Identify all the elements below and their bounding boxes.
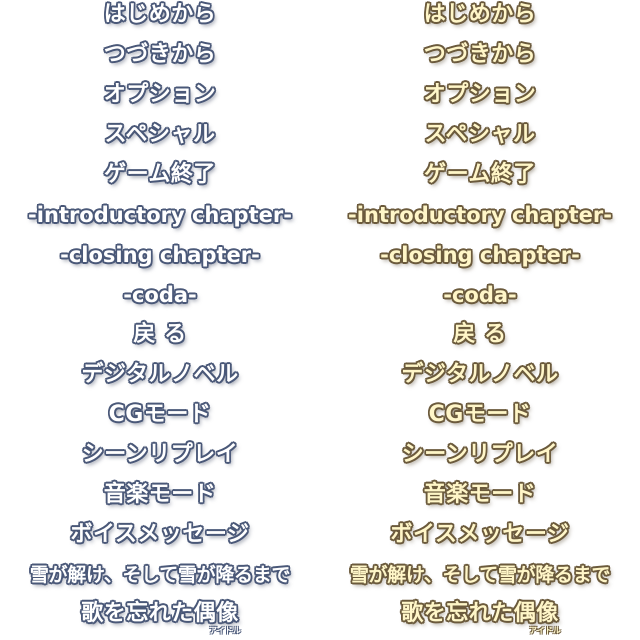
menu-label: はじめから	[103, 2, 217, 27]
menu-coda[interactable]: -coda-	[0, 275, 320, 315]
menu-voice-message[interactable]: ボイスメッセージ	[0, 515, 320, 555]
menu-label: シーンリプレイ	[81, 442, 239, 467]
menu-label-text: 歌を忘れた偶像	[401, 601, 559, 626]
menu-special-hover[interactable]: スペシャル	[320, 115, 640, 155]
menu-scene-replay[interactable]: シーンリプレイ	[0, 435, 320, 475]
menu-label: 戻 る	[453, 322, 507, 347]
menu-digital-novel[interactable]: デジタルノベル	[0, 355, 320, 395]
menu-new-game-hover[interactable]: はじめから	[320, 0, 640, 35]
menu-label: 音楽モード	[423, 482, 537, 507]
menu-label: CGモード	[108, 402, 212, 427]
menu-label: スペシャル	[104, 122, 216, 147]
menu-options[interactable]: オプション	[0, 75, 320, 115]
menu-label: 音楽モード	[103, 482, 217, 507]
menu-music-mode-hover[interactable]: 音楽モード	[320, 475, 640, 515]
menu-music-mode[interactable]: 音楽モード	[0, 475, 320, 515]
menu-introductory-chapter[interactable]: -introductory chapter-	[0, 195, 320, 235]
menu-back-hover[interactable]: 戻 る	[320, 315, 640, 355]
ruby-text: アイドル	[529, 626, 561, 635]
menu-label: -introductory chapter-	[348, 202, 612, 227]
menu-voice-message-hover[interactable]: ボイスメッセージ	[320, 515, 640, 555]
menu-cg-mode-hover[interactable]: CGモード	[320, 395, 640, 435]
menu-column-normal: はじめから つづきから オプション スペシャル ゲーム終了 -introduct…	[0, 0, 320, 640]
menu-label-text: 歌を忘れた偶像	[81, 601, 239, 626]
menu-label: ボイスメッセージ	[390, 522, 570, 547]
menu-special[interactable]: スペシャル	[0, 115, 320, 155]
menu-label: スペシャル	[424, 122, 536, 147]
menu-closing-chapter[interactable]: -closing chapter-	[0, 235, 320, 275]
menu-label: 戻 る	[133, 322, 187, 347]
menu-introductory-chapter-hover[interactable]: -introductory chapter-	[320, 195, 640, 235]
menu-forgotten-idol[interactable]: 歌を忘れた偶像 アイドル	[0, 594, 320, 635]
menu-label: シーンリプレイ	[401, 442, 559, 467]
menu-quit-hover[interactable]: ゲーム終了	[320, 155, 640, 195]
menu-continue-hover[interactable]: つづきから	[320, 35, 640, 75]
menu-label: -coda-	[443, 282, 517, 307]
menu-options-hover[interactable]: オプション	[320, 75, 640, 115]
menu-column-hover: はじめから つづきから オプション スペシャル ゲーム終了 -introduct…	[320, 0, 640, 640]
ruby-text: アイドル	[209, 626, 241, 635]
menu-snow-story-hover[interactable]: 雪が解け、そして雪が降るまで	[320, 555, 640, 595]
menu-label: オプション	[103, 82, 217, 107]
menu-label: はじめから	[423, 2, 537, 27]
menu-label: デジタルノベル	[81, 362, 239, 387]
menu-label: -closing chapter-	[60, 242, 260, 267]
menu-snow-story[interactable]: 雪が解け、そして雪が降るまで	[0, 555, 320, 595]
menu-cg-mode[interactable]: CGモード	[0, 395, 320, 435]
menu-label: -introductory chapter-	[28, 202, 292, 227]
menu-label: CGモード	[428, 402, 532, 427]
menu-label: つづきから	[423, 42, 537, 67]
menu-quit[interactable]: ゲーム終了	[0, 155, 320, 195]
menu-coda-hover[interactable]: -coda-	[320, 275, 640, 315]
menu-label: 歌を忘れた偶像 アイドル	[81, 601, 241, 635]
menu-forgotten-idol-hover[interactable]: 歌を忘れた偶像 アイドル	[320, 594, 640, 635]
menu-closing-chapter-hover[interactable]: -closing chapter-	[320, 235, 640, 275]
menu-label: 雪が解け、そして雪が降るまで	[29, 563, 291, 586]
menu-label: -closing chapter-	[380, 242, 580, 267]
menu-label: オプション	[423, 82, 537, 107]
menu-label: デジタルノベル	[401, 362, 559, 387]
menu-scene-replay-hover[interactable]: シーンリプレイ	[320, 435, 640, 475]
menu-label: 雪が解け、そして雪が降るまで	[349, 563, 611, 586]
menu-label: つづきから	[103, 42, 217, 67]
menu-new-game[interactable]: はじめから	[0, 0, 320, 35]
menu-label: ゲーム終了	[424, 162, 536, 187]
menu-label: ゲーム終了	[104, 162, 216, 187]
menu-label: ボイスメッセージ	[70, 522, 250, 547]
menu-label: 歌を忘れた偶像 アイドル	[401, 601, 561, 635]
menu-label: -coda-	[123, 282, 197, 307]
menu-sprite-sheet: はじめから つづきから オプション スペシャル ゲーム終了 -introduct…	[0, 0, 640, 640]
menu-digital-novel-hover[interactable]: デジタルノベル	[320, 355, 640, 395]
menu-back[interactable]: 戻 る	[0, 315, 320, 355]
menu-continue[interactable]: つづきから	[0, 35, 320, 75]
